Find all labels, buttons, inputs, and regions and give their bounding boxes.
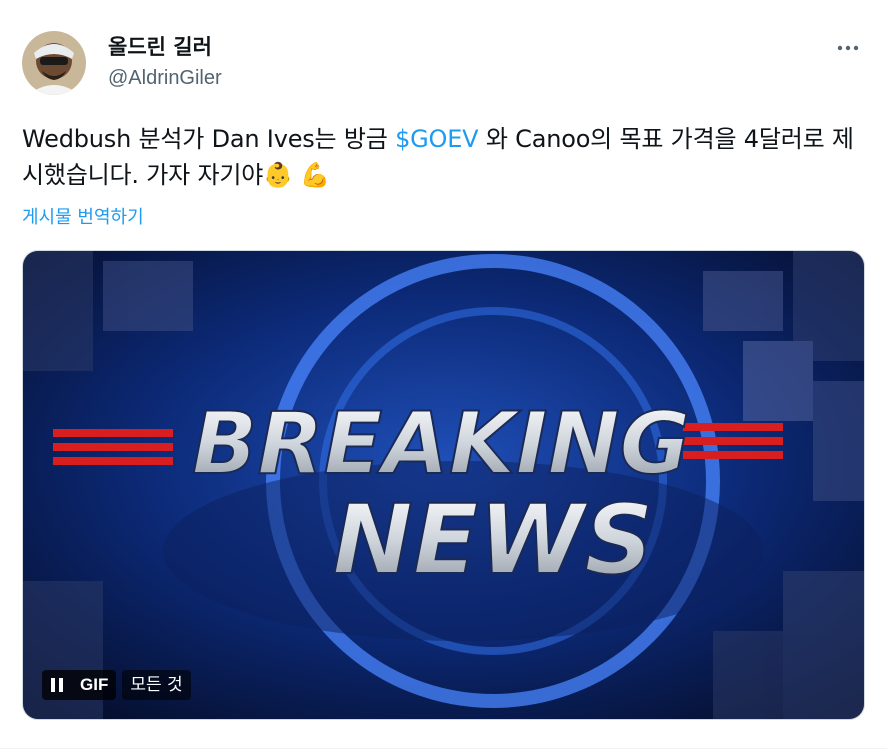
tweet-card: 올드린 길러 @AldrinGiler Wedbush 분석가 Dan Ives… (0, 0, 887, 751)
gif-badge: GIF (72, 670, 117, 700)
more-options-icon[interactable] (832, 36, 864, 60)
gif-media[interactable]: BREAKING NEWS (22, 250, 865, 720)
translate-link[interactable]: 게시물 번역하기 (22, 203, 144, 229)
divider (0, 748, 887, 749)
author-block: 올드린 길러 @AldrinGiler (108, 33, 222, 90)
pause-icon[interactable] (42, 670, 72, 700)
headline-line2: NEWS (333, 484, 654, 596)
gif-controls: GIF 모든 것 (42, 670, 191, 700)
headline-line1: BREAKING (192, 394, 690, 494)
tweet-text-part: Wedbush 분석가 Dan Ives는 방금 (22, 125, 396, 153)
cashtag-link[interactable]: $GOEV (395, 125, 479, 153)
tweet-text: Wedbush 분석가 Dan Ives는 방금 $GOEV 와 Canoo의 … (22, 121, 862, 193)
alt-text-button[interactable]: 모든 것 (122, 670, 191, 700)
avatar[interactable] (22, 31, 86, 95)
user-handle[interactable]: @AldrinGiler (108, 67, 222, 90)
display-name[interactable]: 올드린 길러 (108, 33, 222, 61)
